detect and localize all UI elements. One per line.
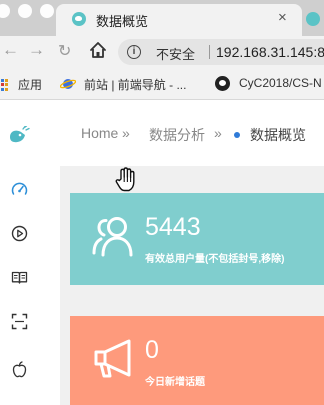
stat-card-new-topics[interactable]: 0 今日新增话题 <box>70 316 324 405</box>
stat-value-total-users: 5443 <box>145 213 201 241</box>
app-sidebar <box>0 101 38 405</box>
bookmarks-bar: 应用 前站 | 前端导航 - ... CyC2018/CS-N <box>0 68 324 100</box>
window-minimize-button[interactable] <box>18 4 32 18</box>
reload-button[interactable]: ↻ <box>58 41 71 61</box>
book-open-icon[interactable] <box>11 269 28 286</box>
browser-tab-strip: 数据概览 × <box>0 0 324 36</box>
url-text[interactable]: 192.168.31.145:8 <box>216 44 324 60</box>
address-bar[interactable]: i 不安全 192.168.31.145:8 <box>118 39 324 65</box>
stat-label-new-topics: 今日新增话题 <box>145 377 205 388</box>
apps-grid-icon[interactable] <box>0 79 9 91</box>
breadcrumb-current-dot-icon <box>234 132 240 138</box>
browser-toolbar: ← → ↻ i 不安全 192.168.31.145:8 <box>0 36 324 68</box>
browser-tab-active[interactable]: 数据概览 × <box>56 4 302 36</box>
breadcrumb-separator: » <box>122 125 130 141</box>
bookmark-apps[interactable]: 应用 <box>18 76 42 93</box>
planet-icon[interactable] <box>60 77 76 91</box>
screen: 数据概览 × ← → ↻ i 不安全 192.168.31.145:8 应用 前… <box>0 0 324 405</box>
play-circle-icon[interactable] <box>11 225 28 242</box>
tab-title: 数据概览 <box>96 14 149 29</box>
bookmark-cs-notes[interactable]: CyC2018/CS-N <box>239 76 322 90</box>
github-icon[interactable] <box>215 76 230 91</box>
page-header: Home » 数据分析 » 数据概览 <box>60 101 324 166</box>
info-icon[interactable]: i <box>127 45 141 59</box>
window-close-button[interactable] <box>0 4 10 18</box>
megaphone-icon <box>94 339 131 378</box>
tab-close-button[interactable]: × <box>278 9 287 26</box>
scan-frame-icon[interactable] <box>11 313 28 330</box>
tab-favicon-icon <box>72 12 86 26</box>
apple-icon[interactable] <box>11 361 28 378</box>
stat-value-new-topics: 0 <box>145 336 159 364</box>
next-tab-favicon-icon[interactable] <box>306 12 320 26</box>
main-content: 5443 有效总用户量(不包括封号,移除) 0 今日新增话题 <box>60 166 324 405</box>
address-divider <box>209 45 210 59</box>
back-button[interactable]: ← <box>2 40 19 60</box>
users-icon <box>92 217 133 257</box>
window-zoom-button[interactable] <box>40 4 54 18</box>
window-controls <box>0 4 54 18</box>
breadcrumb-current: 数据概览 <box>250 127 306 143</box>
breadcrumb-separator: » <box>214 125 222 141</box>
home-button[interactable] <box>89 41 107 59</box>
breadcrumb-home[interactable]: Home <box>81 125 118 141</box>
stat-label-total-users: 有效总用户量(不包括封号,移除) <box>145 254 285 265</box>
security-status[interactable]: 不安全 <box>156 44 195 63</box>
hand-cursor-icon <box>115 167 135 192</box>
bookmark-frontend-nav[interactable]: 前站 | 前端导航 - ... <box>84 76 186 93</box>
forward-button[interactable]: → <box>28 40 45 60</box>
bird-logo-icon[interactable] <box>8 126 30 144</box>
breadcrumb-data-analysis[interactable]: 数据分析 <box>149 125 205 145</box>
stat-card-users[interactable]: 5443 有效总用户量(不包括封号,移除) <box>70 193 324 285</box>
dashboard-gauge-icon[interactable] <box>11 181 28 198</box>
